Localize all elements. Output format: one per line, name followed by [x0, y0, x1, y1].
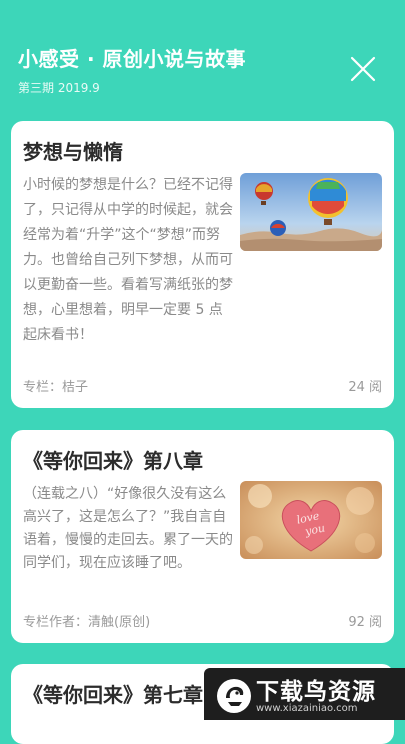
header: 小感受 · 原创小说与故事 第三期 2019.9: [0, 0, 405, 110]
article-title: 《等你回来》第七章: [23, 683, 203, 707]
article-excerpt: （连载之八）“好像很久没有这么高兴了，这是怎么了？”我自言自语着，慢慢的走回去。…: [23, 486, 233, 571]
app-title: 小感受 · 原创小说与故事: [18, 47, 247, 71]
close-button[interactable]: [348, 54, 378, 84]
read-count: 24 阅: [348, 380, 382, 395]
article-title: 《等你回来》第八章: [23, 449, 203, 473]
love-heart-image: love you: [240, 481, 382, 559]
bird-logo-icon: [217, 679, 251, 713]
article-card[interactable]: 《等你回来》第八章 （连载之八）“好像很久没有这么高兴了，这是怎么了？”我自言自…: [11, 430, 394, 643]
watermark-url: www.xiazainiao.com: [256, 703, 358, 714]
watermark-logo: 下载鸟资源 www.xiazainiao.com: [204, 668, 405, 720]
article-footer: 专栏作者：清触(原创) 92 阅: [23, 611, 382, 630]
article-author: 专栏：桔子: [23, 380, 89, 395]
hot-air-balloons-image: [240, 173, 382, 251]
article-thumbnail: love you: [240, 481, 382, 559]
article-footer: 专栏：桔子 24 阅: [23, 376, 382, 395]
article-title: 梦想与懒惰: [23, 140, 123, 164]
article-card[interactable]: 梦想与懒惰 小时候的梦想是什么？已经不记得了，只记得从中学的时候起，就会经常为着…: [11, 121, 394, 408]
article-excerpt: 小时候的梦想是什么？已经不记得了，只记得从中学的时候起，就会经常为着“升学”这个…: [23, 177, 233, 343]
close-icon: [350, 56, 376, 82]
watermark-brand: 下载鸟资源: [256, 679, 376, 705]
article-author: 专栏作者：清触(原创): [23, 615, 151, 630]
read-count: 92 阅: [348, 615, 382, 630]
issue-label: 第三期 2019.9: [18, 81, 100, 95]
article-thumbnail: [240, 173, 382, 251]
